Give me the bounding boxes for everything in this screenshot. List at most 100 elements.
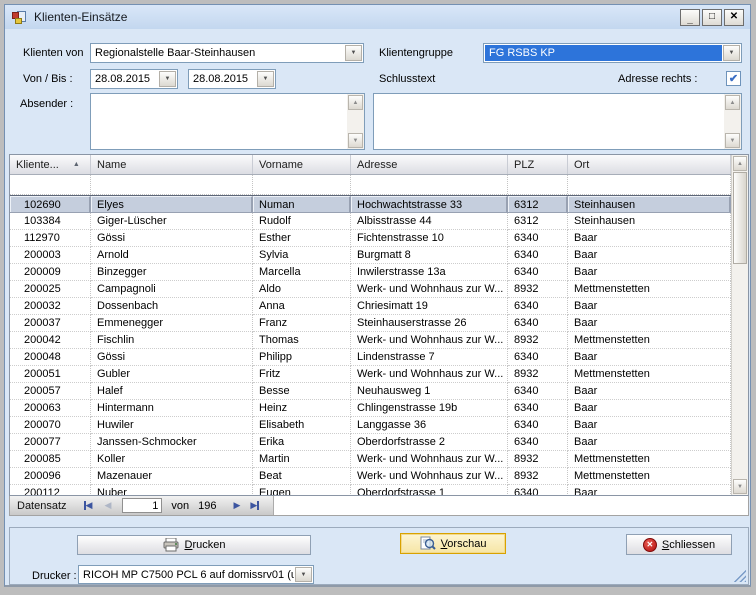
- grid-cell[interactable]: 6312: [508, 196, 568, 213]
- scrollbar-thumb[interactable]: [733, 172, 747, 264]
- grid-cell[interactable]: Rudolf: [253, 213, 351, 230]
- grid-cell[interactable]: 8932: [508, 332, 568, 349]
- grid-cell[interactable]: 200051: [10, 366, 91, 383]
- chevron-down-icon[interactable]: ▼: [295, 567, 312, 582]
- grid-cell[interactable]: Gössi: [91, 230, 253, 247]
- table-row[interactable]: 200057HalefBesseNeuhausweg 16340Baar: [10, 383, 731, 400]
- grid-cell[interactable]: Mettmenstetten: [568, 468, 731, 485]
- grid-cell[interactable]: 200085: [10, 451, 91, 468]
- adresse-rechts-checkbox[interactable]: ✔: [726, 71, 741, 86]
- grid-cell[interactable]: 6340: [508, 298, 568, 315]
- grid-cell[interactable]: 200025: [10, 281, 91, 298]
- grid-cell[interactable]: Mazenauer: [91, 468, 253, 485]
- first-record-button[interactable]: ◀: [81, 501, 96, 510]
- grid-cell[interactable]: Franz: [253, 315, 351, 332]
- grid-cell[interactable]: 102690: [10, 196, 91, 213]
- column-header-klientennr[interactable]: Kliente... ▲: [10, 155, 91, 174]
- grid-cell[interactable]: Inwilerstrasse 13a: [351, 264, 508, 281]
- grid-filter-row[interactable]: [10, 175, 731, 195]
- schlusstext-scrollbar[interactable]: ▲ ▼: [724, 94, 741, 149]
- grid-cell[interactable]: 6340: [508, 247, 568, 264]
- grid-cell[interactable]: Langgasse 36: [351, 417, 508, 434]
- chevron-down-icon[interactable]: ▼: [345, 45, 362, 61]
- table-row[interactable]: 200063HintermannHeinzChlingenstrasse 19b…: [10, 400, 731, 417]
- grid-cell[interactable]: Baar: [568, 383, 731, 400]
- grid-cell[interactable]: 200032: [10, 298, 91, 315]
- grid-cell[interactable]: Dossenbach: [91, 298, 253, 315]
- table-row[interactable]: 200112NuberEugenOberdorfstrasse 16340Baa…: [10, 485, 731, 495]
- grid-cell[interactable]: 6340: [508, 230, 568, 247]
- grid-cell[interactable]: Werk- und Wohnhaus zur W...: [351, 366, 508, 383]
- grid-cell[interactable]: Esther: [253, 230, 351, 247]
- table-row[interactable]: 200048GössiPhilippLindenstrasse 76340Baa…: [10, 349, 731, 366]
- grid-cell[interactable]: 200063: [10, 400, 91, 417]
- grid-cell[interactable]: Fischlin: [91, 332, 253, 349]
- table-row[interactable]: 200037EmmeneggerFranzSteinhauserstrasse …: [10, 315, 731, 332]
- current-record-input[interactable]: [122, 498, 162, 513]
- grid-cell[interactable]: Baar: [568, 230, 731, 247]
- grid-cell[interactable]: Philipp: [253, 349, 351, 366]
- column-header-plz[interactable]: PLZ: [508, 155, 568, 174]
- grid-cell[interactable]: 200003: [10, 247, 91, 264]
- klientengruppe-select[interactable]: FG RSBS KP ▼: [483, 43, 742, 63]
- drucker-select[interactable]: RICOH MP C7500 PCL 6 auf domissrv01 (um …: [78, 565, 314, 584]
- grid-cell[interactable]: 6340: [508, 383, 568, 400]
- scroll-up-icon[interactable]: ▲: [733, 156, 747, 171]
- table-row[interactable]: 200042FischlinThomasWerk- und Wohnhaus z…: [10, 332, 731, 349]
- grid-cell[interactable]: Binzegger: [91, 264, 253, 281]
- klienten-von-select[interactable]: Regionalstelle Baar-Steinhausen ▼: [90, 43, 364, 63]
- titlebar[interactable]: Klienten-Einsätze _ □ ✕: [5, 5, 750, 29]
- grid-cell[interactable]: 8932: [508, 281, 568, 298]
- grid-cell[interactable]: 8932: [508, 366, 568, 383]
- chevron-down-icon[interactable]: ▼: [159, 71, 176, 87]
- grid-vertical-scrollbar[interactable]: ▲ ▼: [731, 155, 748, 495]
- grid-cell[interactable]: Elyes: [91, 196, 253, 213]
- grid-cell[interactable]: Fritz: [253, 366, 351, 383]
- chevron-down-icon[interactable]: ▼: [723, 45, 740, 61]
- table-row[interactable]: 102690ElyesNumanHochwachtstrasse 336312S…: [10, 195, 731, 213]
- grid-cell[interactable]: Thomas: [253, 332, 351, 349]
- schliessen-button[interactable]: ✕ Schliessen: [626, 534, 732, 555]
- grid-cell[interactable]: Halef: [91, 383, 253, 400]
- grid-cell[interactable]: 6340: [508, 349, 568, 366]
- schlusstext-textarea[interactable]: ▲ ▼: [373, 93, 742, 150]
- grid-cell[interactable]: Mettmenstetten: [568, 281, 731, 298]
- grid-cell[interactable]: Werk- und Wohnhaus zur W...: [351, 451, 508, 468]
- grid-cell[interactable]: Baar: [568, 434, 731, 451]
- grid-cell[interactable]: Neuhausweg 1: [351, 383, 508, 400]
- table-row[interactable]: 200085KollerMartinWerk- und Wohnhaus zur…: [10, 451, 731, 468]
- grid-cell[interactable]: 200042: [10, 332, 91, 349]
- minimize-button[interactable]: _: [680, 9, 700, 26]
- grid-cell[interactable]: 6340: [508, 400, 568, 417]
- grid-cell[interactable]: Martin: [253, 451, 351, 468]
- grid-cell[interactable]: Janssen-Schmocker: [91, 434, 253, 451]
- grid-cell[interactable]: Gössi: [91, 349, 253, 366]
- grid-cell[interactable]: Mettmenstetten: [568, 366, 731, 383]
- grid-cell[interactable]: 6340: [508, 485, 568, 495]
- grid-cell[interactable]: 6340: [508, 315, 568, 332]
- grid-cell[interactable]: 200070: [10, 417, 91, 434]
- table-row[interactable]: 112970GössiEstherFichtenstrasse 106340Ba…: [10, 230, 731, 247]
- chevron-down-icon[interactable]: ▼: [257, 71, 274, 87]
- grid-cell[interactable]: Campagnoli: [91, 281, 253, 298]
- grid-cell[interactable]: Gubler: [91, 366, 253, 383]
- grid-cell[interactable]: Giger-Lüscher: [91, 213, 253, 230]
- grid-cell[interactable]: 200077: [10, 434, 91, 451]
- column-header-vorname[interactable]: Vorname: [253, 155, 351, 174]
- close-button[interactable]: ✕: [724, 9, 744, 26]
- grid-cell[interactable]: Mettmenstetten: [568, 332, 731, 349]
- grid-cell[interactable]: Arnold: [91, 247, 253, 264]
- previous-record-button[interactable]: ◀: [101, 501, 114, 510]
- grid-cell[interactable]: Baar: [568, 247, 731, 264]
- date-to-select[interactable]: 28.08.2015 ▼: [188, 69, 276, 89]
- grid-cell[interactable]: Beat: [253, 468, 351, 485]
- grid-cell[interactable]: Huwiler: [91, 417, 253, 434]
- grid-cell[interactable]: 200048: [10, 349, 91, 366]
- grid-cell[interactable]: Marcella: [253, 264, 351, 281]
- grid-cell[interactable]: Eugen: [253, 485, 351, 495]
- scroll-down-icon[interactable]: ▼: [348, 133, 363, 148]
- column-header-name[interactable]: Name: [91, 155, 253, 174]
- grid-cell[interactable]: 200096: [10, 468, 91, 485]
- table-row[interactable]: 200003ArnoldSylviaBurgmatt 86340Baar: [10, 247, 731, 264]
- grid-cell[interactable]: Erika: [253, 434, 351, 451]
